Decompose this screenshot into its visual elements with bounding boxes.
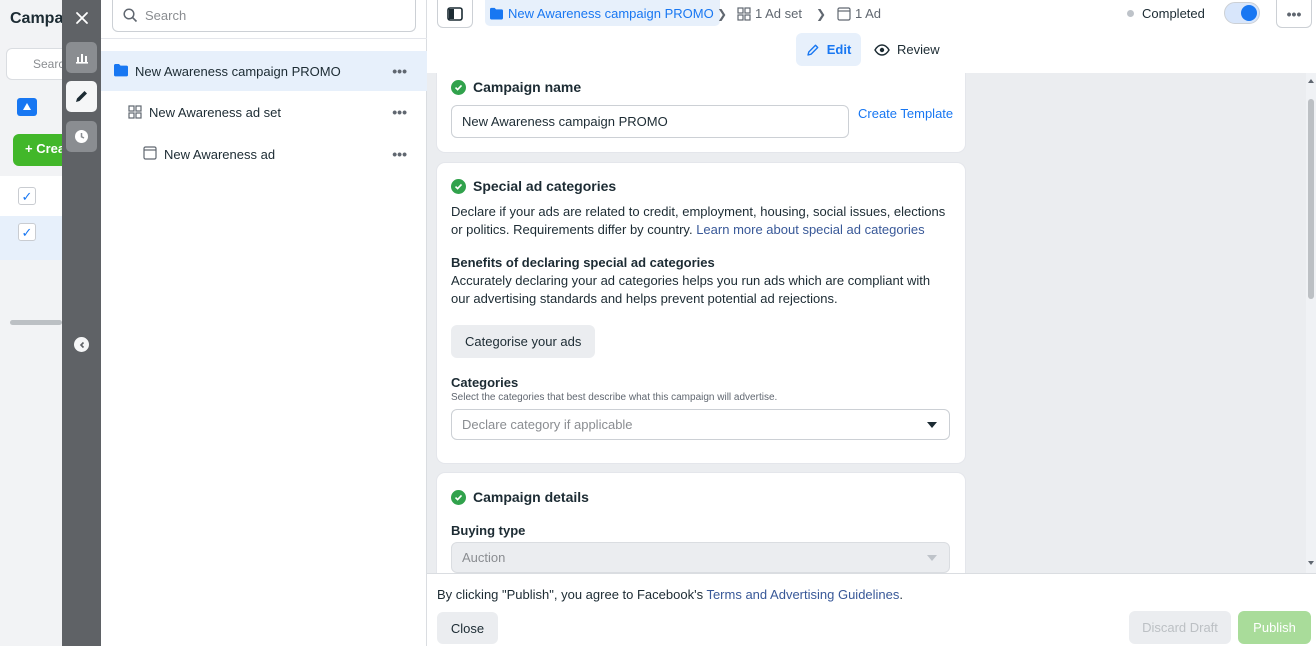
discard-draft-button[interactable]: Discard Draft xyxy=(1129,611,1231,644)
ad-icon xyxy=(143,146,157,160)
benefits-title: Benefits of declaring special ad categor… xyxy=(451,255,715,270)
tree-search-input[interactable]: Search xyxy=(112,0,416,32)
review-tab-label: Review xyxy=(897,42,940,57)
folder-icon xyxy=(490,7,503,19)
caret-down-icon xyxy=(927,555,937,561)
chart-icon xyxy=(75,53,88,64)
clock-icon xyxy=(75,130,88,143)
background-search-input[interactable]: Search xyxy=(6,48,62,80)
tree-item-ad[interactable]: New Awareness ad ••• xyxy=(101,134,427,174)
background-title: Campaigns xyxy=(10,10,62,27)
edit-tab[interactable]: Edit xyxy=(796,33,861,66)
scroll-up-icon[interactable] xyxy=(1308,79,1314,83)
breadcrumb-ad-set[interactable]: 1 Ad set xyxy=(737,6,802,21)
tree-item-label: New Awareness ad set xyxy=(149,105,281,120)
more-icon[interactable]: ••• xyxy=(392,146,407,162)
edit-mode-button[interactable] xyxy=(66,81,97,112)
campaign-tree-panel: Search New Awareness campaign PROMO ••• … xyxy=(101,0,427,646)
tree-item-ad-set[interactable]: New Awareness ad set ••• xyxy=(101,92,427,132)
flag-icon[interactable] xyxy=(17,98,37,116)
review-tab[interactable]: Review xyxy=(874,33,940,66)
sidebar-icon xyxy=(447,6,463,21)
campaign-toggle[interactable] xyxy=(1224,2,1260,24)
eye-icon xyxy=(874,43,890,56)
campaign-details-card: Campaign details Buying type Auction xyxy=(437,473,965,573)
benefits-text: Accurately declaring your ad categories … xyxy=(451,273,931,306)
campaign-details-title: Campaign details xyxy=(451,489,589,505)
tree-item-label: New Awareness ad xyxy=(164,147,276,162)
grid-icon xyxy=(737,6,751,21)
editor-main: New Awareness campaign PROMO ❯ 1 Ad set … xyxy=(427,0,1316,646)
breadcrumb-campaign[interactable]: New Awareness campaign PROMO xyxy=(485,0,720,26)
editor-rail xyxy=(62,0,101,646)
checkbox-icon[interactable]: ✓ xyxy=(18,187,36,205)
chevron-right-icon: ❯ xyxy=(816,7,827,21)
publish-agreement: By clicking "Publish", you agree to Face… xyxy=(437,587,904,602)
background-create-button[interactable]: + Create xyxy=(13,134,62,166)
special-ad-categories-card: Special ad categories Declare if your ad… xyxy=(437,163,965,463)
publish-button[interactable]: Publish xyxy=(1238,611,1311,644)
check-icon xyxy=(451,178,466,194)
breadcrumb-ad[interactable]: 1 Ad xyxy=(837,6,881,21)
buying-type-select[interactable]: Auction xyxy=(451,542,950,573)
collapse-button[interactable] xyxy=(74,337,89,352)
scroll-down-icon[interactable] xyxy=(1308,561,1314,565)
close-button[interactable]: Close xyxy=(437,612,498,644)
campaign-name-title: Campaign name xyxy=(451,79,581,95)
folder-icon xyxy=(114,64,128,77)
sidebar-toggle-button[interactable] xyxy=(437,0,473,28)
campaign-name-card: Campaign name New Awareness campaign PRO… xyxy=(437,73,965,152)
learn-more-link[interactable]: Learn more about special ad categories xyxy=(696,222,924,237)
editor-footer: By clicking "Publish", you agree to Face… xyxy=(427,573,1316,646)
search-icon xyxy=(123,8,138,23)
categories-hint: Select the categories that best describe… xyxy=(451,392,778,403)
breadcrumb-ad-label: 1 Ad xyxy=(855,6,882,21)
history-button[interactable] xyxy=(66,121,97,152)
background-scrollbar[interactable] xyxy=(10,320,62,325)
caret-down-icon xyxy=(927,422,937,428)
background-page: Campaigns Search + Create ✓ ✓ xyxy=(0,0,62,646)
divider xyxy=(101,38,427,39)
chevron-right-icon: ❯ xyxy=(717,7,728,21)
content-scrollbar[interactable] xyxy=(1306,73,1316,573)
pencil-icon xyxy=(807,44,819,56)
tree-item-campaign[interactable]: New Awareness campaign PROMO ••• xyxy=(101,51,427,91)
grid-icon xyxy=(128,105,142,119)
editor-content: Campaign name New Awareness campaign PRO… xyxy=(427,73,1316,573)
editor-topbar: New Awareness campaign PROMO ❯ 1 Ad set … xyxy=(427,0,1316,73)
tree-item-label: New Awareness campaign PROMO xyxy=(135,64,341,79)
special-ad-categories-description: Declare if your ads are related to credi… xyxy=(451,204,946,237)
tree-search-placeholder: Search xyxy=(145,8,187,23)
charts-button[interactable] xyxy=(66,42,97,73)
more-icon[interactable]: ••• xyxy=(392,104,407,120)
special-ad-categories-title: Special ad categories xyxy=(451,178,616,194)
status-text: Completed xyxy=(1142,6,1205,21)
ad-icon xyxy=(837,6,851,21)
chevron-left-icon xyxy=(79,341,84,348)
check-icon xyxy=(451,489,466,505)
status-dot xyxy=(1127,10,1134,17)
campaign-name-input[interactable]: New Awareness campaign PROMO xyxy=(451,105,849,138)
terms-link[interactable]: Terms and Advertising Guidelines xyxy=(706,587,899,602)
close-editor-button[interactable] xyxy=(66,2,97,33)
edit-tab-label: Edit xyxy=(826,42,852,57)
categories-select[interactable]: Declare category if applicable xyxy=(451,409,950,440)
create-template-link[interactable]: Create Template xyxy=(858,106,953,121)
breadcrumb-ad-set-label: 1 Ad set xyxy=(755,6,802,21)
categorise-ads-button[interactable]: Categorise your ads xyxy=(451,325,596,358)
scroll-thumb[interactable] xyxy=(1308,99,1314,299)
more-options-button[interactable]: ••• xyxy=(1276,0,1312,28)
more-icon[interactable]: ••• xyxy=(392,63,407,79)
check-icon xyxy=(451,79,466,95)
buying-type-label: Buying type xyxy=(451,523,526,538)
pencil-icon xyxy=(76,91,87,102)
toggle-knob xyxy=(1241,5,1257,21)
close-icon xyxy=(75,11,88,24)
breadcrumb-campaign-label: New Awareness campaign PROMO xyxy=(508,5,714,21)
checkbox-icon[interactable]: ✓ xyxy=(18,223,36,241)
categories-label: Categories xyxy=(451,375,519,390)
status-indicator: Completed xyxy=(1127,6,1205,21)
